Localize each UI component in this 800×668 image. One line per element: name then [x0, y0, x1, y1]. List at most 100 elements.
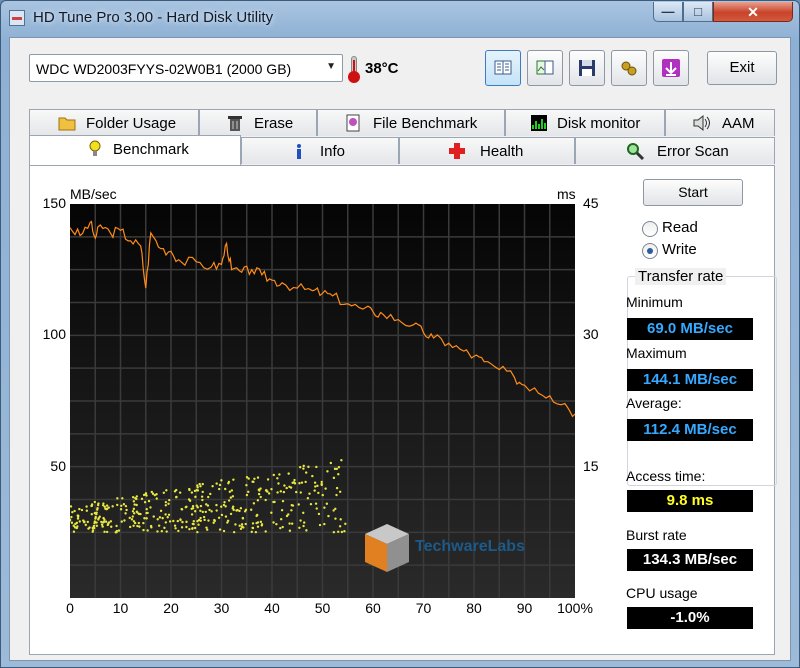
access-time-point — [133, 512, 136, 515]
access-time-point — [193, 489, 197, 493]
access-time-point — [196, 530, 199, 534]
tab-label: Info — [320, 143, 346, 160]
maximize-button[interactable]: □ — [683, 2, 713, 22]
access-time-point — [245, 483, 248, 487]
tab-erase[interactable]: Erase — [199, 109, 317, 136]
access-time-point — [282, 490, 286, 494]
access-time-point — [229, 496, 233, 499]
access-time-point — [305, 529, 308, 532]
access-time-point — [299, 491, 302, 494]
copy-screenshot-button[interactable] — [527, 50, 563, 86]
burst-rate-value: 134.3 MB/sec — [627, 549, 753, 571]
access-time-point — [143, 517, 146, 520]
title-bar: HD Tune Pro 3.00 - Hard Disk Utility — □… — [1, 1, 799, 35]
cpu-usage-label: CPU usage — [626, 585, 698, 601]
tab-error-scan[interactable]: Error Scan — [575, 137, 775, 164]
access-time-point — [103, 518, 106, 521]
access-time-point — [324, 487, 327, 490]
access-time-point — [235, 509, 238, 512]
magnifier-icon — [627, 143, 644, 160]
access-time-point — [164, 521, 168, 524]
read-radio[interactable] — [642, 221, 658, 237]
floppy-disk-icon — [579, 60, 595, 76]
access-time-point — [272, 521, 275, 524]
access-time-point — [226, 521, 229, 524]
benchmark-chart-svg: TechwareLabs — [70, 204, 575, 598]
access-time-point — [307, 465, 310, 469]
tab-disk-monitor[interactable]: Disk monitor — [505, 109, 665, 136]
access-time-point — [100, 523, 104, 526]
start-button[interactable]: Start — [643, 179, 743, 206]
access-time-point — [290, 504, 293, 507]
access-time-point — [211, 484, 214, 488]
temperature-readout: 38°C — [365, 60, 399, 77]
access-time-point — [337, 530, 340, 533]
tab-file-benchmark[interactable]: File Benchmark — [317, 109, 505, 136]
access-time-point — [251, 522, 255, 525]
access-time-point — [190, 513, 194, 516]
access-time-point — [101, 525, 104, 528]
access-time-point — [173, 524, 177, 527]
thermometer-icon — [347, 56, 361, 83]
close-button[interactable]: ✕ — [713, 2, 793, 22]
access-time-point — [144, 492, 148, 495]
access-time-point — [223, 501, 226, 504]
drive-select[interactable]: WDC WD2003FYYS-02W0B1 (2000 GB) ▼ — [29, 54, 343, 82]
access-time-point — [122, 503, 126, 506]
access-time-point — [298, 482, 301, 485]
access-time-point — [215, 482, 218, 485]
save-button[interactable] — [569, 50, 605, 86]
access-time-point — [302, 524, 305, 528]
tab-folder-usage[interactable]: Folder Usage — [29, 109, 199, 136]
access-time-point — [332, 509, 335, 512]
access-time-point — [194, 495, 197, 499]
access-time-point — [256, 499, 260, 502]
access-time-point — [338, 490, 342, 493]
y-right-tick-label: 15 — [583, 457, 599, 474]
access-time-point — [161, 516, 164, 520]
minimize-button[interactable]: — — [653, 2, 683, 22]
y-right-tick-label: 30 — [583, 326, 599, 343]
tab-benchmark[interactable]: Benchmark — [29, 135, 241, 165]
copy-info-button[interactable] — [485, 50, 521, 86]
tab-info[interactable]: Info — [241, 137, 399, 164]
access-time-point — [164, 513, 167, 516]
access-time-point — [132, 507, 136, 511]
access-time-point — [340, 530, 344, 534]
access-time-point — [212, 521, 215, 524]
x-tick-label: 0 — [66, 600, 74, 616]
access-time-point — [280, 509, 284, 512]
access-time-point — [244, 508, 248, 512]
access-time-point — [131, 510, 135, 513]
exit-button[interactable]: Exit — [707, 51, 777, 85]
access-time-point — [155, 493, 158, 496]
tab-aam[interactable]: AAM — [665, 109, 775, 136]
access-time-point — [244, 522, 247, 526]
tab-health[interactable]: Health — [399, 137, 575, 164]
minimum-value: 69.0 MB/sec — [627, 318, 753, 340]
access-time-point — [256, 513, 259, 517]
access-time-point — [131, 495, 135, 499]
trash-icon — [228, 116, 242, 131]
y-left-tick-label: 50 — [50, 457, 66, 474]
access-time-point — [129, 525, 132, 529]
access-time-point — [256, 476, 260, 479]
access-time-point — [184, 506, 187, 509]
options-button[interactable] — [611, 50, 647, 86]
x-tick-label: 60 — [365, 600, 381, 616]
access-time-point — [125, 508, 128, 512]
access-time-point — [231, 495, 235, 498]
access-time-point — [150, 490, 153, 494]
update-button[interactable] — [653, 50, 689, 86]
access-time-point — [84, 523, 87, 527]
access-time-point — [201, 490, 204, 494]
access-time-point — [178, 491, 182, 494]
access-time-point — [332, 531, 336, 534]
options-icon — [621, 61, 637, 76]
access-time-point — [167, 513, 171, 516]
access-time-point — [156, 518, 159, 521]
access-time-point — [224, 487, 227, 491]
x-tick-label: 30 — [213, 600, 230, 616]
write-radio[interactable] — [642, 243, 658, 259]
transfer-rate-title: Transfer rate — [635, 268, 727, 285]
